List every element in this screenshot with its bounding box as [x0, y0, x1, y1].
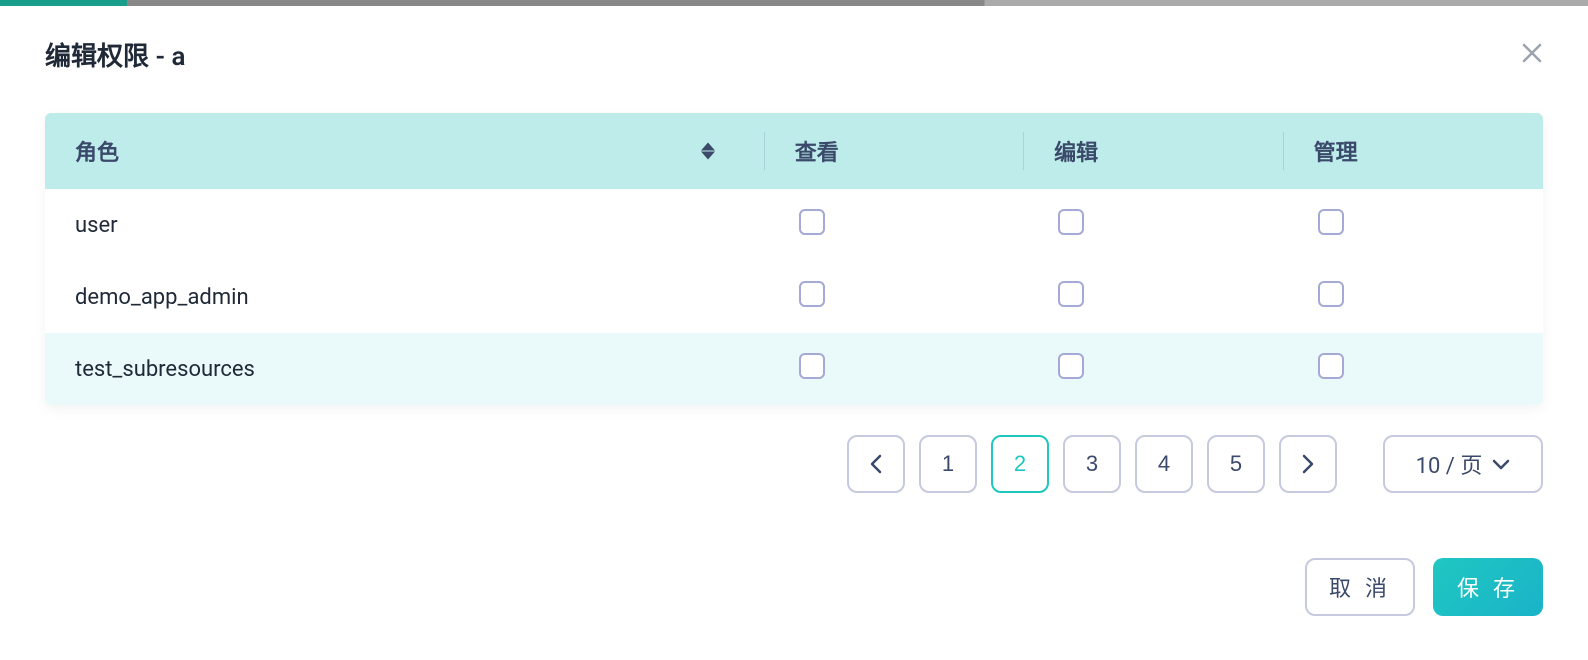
- view-checkbox[interactable]: [799, 353, 825, 379]
- modal-title: 编辑权限 - a: [45, 36, 185, 73]
- table-header-row: 角色 查看 编辑 管理: [45, 113, 1543, 189]
- edit-checkbox[interactable]: [1058, 209, 1084, 235]
- header-view: 查看: [765, 113, 1024, 189]
- edit-cell: [1024, 261, 1283, 333]
- page-1-button[interactable]: 1: [919, 435, 977, 493]
- table-body: userdemo_app_admintest_subresources: [45, 189, 1543, 405]
- close-button[interactable]: [1521, 41, 1543, 69]
- modal-header: 编辑权限 - a: [45, 36, 1543, 73]
- manage-cell: [1284, 189, 1543, 261]
- role-cell: user: [45, 189, 765, 261]
- view-cell: [765, 189, 1024, 261]
- page-2-button[interactable]: 2: [991, 435, 1049, 493]
- modal-footer: 取 消 保 存: [45, 558, 1543, 616]
- header-edit-label: 编辑: [1054, 141, 1098, 166]
- chevron-left-icon: [869, 453, 883, 475]
- header-edit: 编辑: [1024, 113, 1283, 189]
- edit-cell: [1024, 333, 1283, 405]
- chevron-down-icon: [1492, 458, 1510, 470]
- save-button[interactable]: 保 存: [1433, 558, 1543, 616]
- page-prev-button[interactable]: [847, 435, 905, 493]
- manage-checkbox[interactable]: [1318, 353, 1344, 379]
- header-role[interactable]: 角色: [45, 113, 765, 189]
- page-5-button[interactable]: 5: [1207, 435, 1265, 493]
- sort-desc-icon: [701, 152, 715, 160]
- table-row: test_subresources: [45, 333, 1543, 405]
- page-4-button[interactable]: 4: [1135, 435, 1193, 493]
- header-role-label: 角色: [75, 141, 119, 166]
- table-row: demo_app_admin: [45, 261, 1543, 333]
- role-cell: test_subresources: [45, 333, 765, 405]
- chevron-right-icon: [1301, 453, 1315, 475]
- view-cell: [765, 333, 1024, 405]
- sort-icon[interactable]: [701, 143, 715, 160]
- page-next-button[interactable]: [1279, 435, 1337, 493]
- close-icon: [1521, 39, 1543, 70]
- cancel-button[interactable]: 取 消: [1305, 558, 1415, 616]
- edit-checkbox[interactable]: [1058, 353, 1084, 379]
- edit-checkbox[interactable]: [1058, 281, 1084, 307]
- manage-cell: [1284, 333, 1543, 405]
- header-view-label: 查看: [795, 141, 839, 166]
- role-cell: demo_app_admin: [45, 261, 765, 333]
- page-numbers: 12345: [919, 435, 1265, 493]
- view-cell: [765, 261, 1024, 333]
- pagination: 12345 10 / 页: [45, 435, 1543, 493]
- page-size-select[interactable]: 10 / 页: [1383, 435, 1543, 493]
- view-checkbox[interactable]: [799, 209, 825, 235]
- page-3-button[interactable]: 3: [1063, 435, 1121, 493]
- page-size-label: 10 / 页: [1416, 448, 1483, 480]
- edit-permissions-modal: 编辑权限 - a 角色: [0, 6, 1588, 660]
- edit-cell: [1024, 189, 1283, 261]
- manage-checkbox[interactable]: [1318, 281, 1344, 307]
- table-row: user: [45, 189, 1543, 261]
- sort-asc-icon: [701, 143, 715, 151]
- permissions-table: 角色 查看 编辑 管理: [45, 113, 1543, 405]
- header-manage: 管理: [1284, 113, 1543, 189]
- manage-checkbox[interactable]: [1318, 209, 1344, 235]
- permissions-table-wrap: 角色 查看 编辑 管理: [45, 113, 1543, 405]
- view-checkbox[interactable]: [799, 281, 825, 307]
- header-manage-label: 管理: [1314, 141, 1358, 166]
- manage-cell: [1284, 261, 1543, 333]
